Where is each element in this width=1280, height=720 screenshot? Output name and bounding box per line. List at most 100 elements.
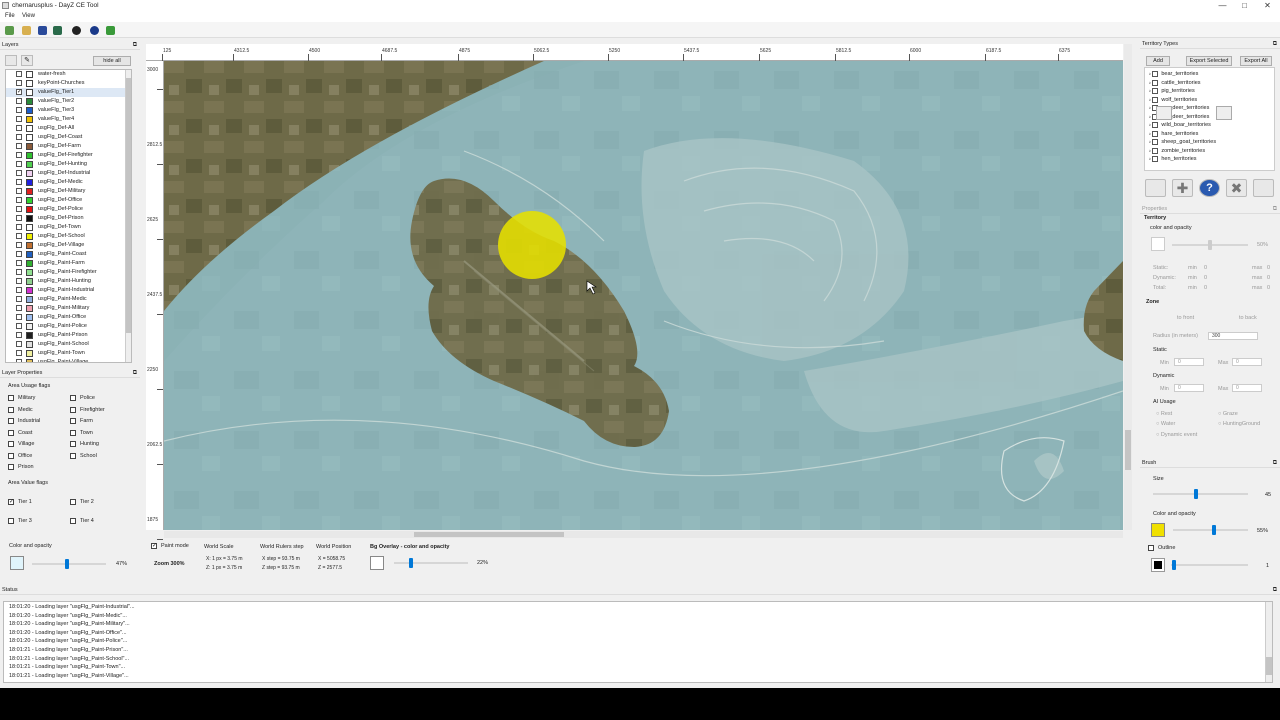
layer-color-swatch[interactable] bbox=[26, 80, 33, 87]
layer-checkbox[interactable] bbox=[16, 359, 22, 362]
layer-row[interactable]: usgFlg_Paint-Industrial bbox=[6, 286, 126, 295]
layer-checkbox[interactable] bbox=[16, 314, 22, 320]
layer-row[interactable]: usgFlg_Def-School bbox=[6, 232, 126, 241]
territory-item[interactable]: › hen_territories bbox=[1149, 156, 1197, 164]
layer-checkbox[interactable] bbox=[16, 188, 22, 194]
layer-row[interactable]: usgFlg_Def-Medic bbox=[6, 178, 126, 187]
add-territory-button[interactable]: Add bbox=[1146, 56, 1170, 66]
layer-row[interactable]: keyPoint-Churches bbox=[6, 79, 126, 88]
outline-checkbox[interactable]: Outline bbox=[1148, 545, 1175, 553]
layer-tool-icon[interactable] bbox=[5, 55, 17, 66]
layer-checkbox[interactable] bbox=[16, 233, 22, 239]
layer-row[interactable]: usgFlg_Paint-Farm bbox=[6, 259, 126, 268]
layer-row[interactable]: usgFlg_Paint-Office bbox=[6, 313, 126, 322]
layer-color-swatch[interactable] bbox=[26, 89, 33, 96]
value-flag-checkbox[interactable]: ✓ Tier 1 bbox=[8, 499, 32, 507]
layer-opacity-slider[interactable] bbox=[32, 559, 106, 569]
new-icon[interactable] bbox=[5, 26, 14, 35]
map-image[interactable] bbox=[164, 61, 1123, 530]
copy-icon[interactable] bbox=[1253, 179, 1274, 197]
layer-row[interactable]: usgFlg_Def-Hunting bbox=[6, 160, 126, 169]
usage-flag-checkbox[interactable]: School bbox=[70, 452, 97, 461]
layer-color-swatch[interactable] bbox=[26, 296, 33, 303]
territory-item[interactable]: › zombie_territories bbox=[1149, 147, 1205, 156]
radius-input[interactable]: 300 bbox=[1208, 332, 1258, 340]
layer-checkbox[interactable] bbox=[16, 332, 22, 338]
layer-row[interactable]: ✓ valueFlg_Tier1 bbox=[6, 88, 126, 97]
territory-checkbox[interactable] bbox=[1152, 130, 1159, 137]
territory-item[interactable]: › wild_boar_territories bbox=[1149, 122, 1211, 130]
layer-row[interactable]: usgFlg_Def-Office bbox=[6, 196, 126, 205]
save-icon[interactable] bbox=[38, 26, 47, 35]
globe-icon[interactable] bbox=[72, 26, 81, 35]
layer-color-swatch[interactable] bbox=[26, 314, 33, 321]
brush-size-slider[interactable] bbox=[1153, 489, 1248, 499]
outline-slider[interactable] bbox=[1171, 560, 1248, 570]
layer-color-swatch[interactable] bbox=[26, 251, 33, 258]
map-vertical-scrollbar[interactable] bbox=[1124, 44, 1132, 530]
delete-icon[interactable]: ✖ bbox=[1226, 179, 1247, 197]
layer-color-swatch[interactable] bbox=[26, 224, 33, 231]
layer-color-swatch[interactable] bbox=[26, 71, 33, 78]
layer-checkbox[interactable]: ✓ bbox=[16, 89, 22, 95]
layer-color-swatch[interactable] bbox=[26, 125, 33, 132]
layer-list[interactable]: water-fresh keyPoint-Churches ✓ valueFlg_Ti… bbox=[5, 69, 132, 363]
bg-overlay-slider[interactable] bbox=[394, 558, 468, 568]
dock-icon[interactable]: ⧉ bbox=[133, 41, 137, 50]
layer-row[interactable]: usgFlg_Paint-Medic bbox=[6, 295, 126, 304]
layer-checkbox[interactable] bbox=[16, 350, 22, 356]
static-max-input[interactable]: 0 bbox=[1232, 358, 1262, 366]
to-back-icon[interactable] bbox=[1216, 106, 1232, 120]
value-flag-checkbox[interactable]: Tier 3 bbox=[8, 518, 32, 526]
paint-mode-checkbox[interactable]: ✓ Paint mode bbox=[151, 543, 189, 551]
layer-row[interactable]: usgFlg_Paint-School bbox=[6, 340, 126, 349]
layer-color-swatch[interactable] bbox=[10, 556, 24, 570]
territory-checkbox[interactable] bbox=[1152, 139, 1159, 145]
brush-opacity-slider[interactable] bbox=[1173, 525, 1248, 535]
layer-row[interactable]: usgFlg_Paint-Town bbox=[6, 349, 126, 358]
layer-row[interactable]: usgFlg_Def-All bbox=[6, 124, 126, 133]
layer-color-swatch[interactable] bbox=[26, 350, 33, 357]
layer-checkbox[interactable] bbox=[16, 242, 22, 248]
layer-color-swatch[interactable] bbox=[26, 152, 33, 159]
territory-item[interactable]: › hare_territories bbox=[1149, 130, 1198, 139]
layer-row[interactable]: usgFlg_Def-Village bbox=[6, 241, 126, 250]
usage-flag-checkbox[interactable]: Prison bbox=[8, 464, 34, 472]
layer-color-swatch[interactable] bbox=[26, 143, 33, 150]
to-front-icon[interactable] bbox=[1156, 106, 1172, 120]
layer-checkbox[interactable] bbox=[16, 134, 22, 140]
ai-usage-radio[interactable]: ○ Dynamic event bbox=[1156, 432, 1197, 438]
layer-row[interactable]: valueFlg_Tier4 bbox=[6, 115, 126, 124]
layer-checkbox[interactable] bbox=[16, 296, 22, 302]
layer-row[interactable]: usgFlg_Def-Town bbox=[6, 223, 126, 232]
layer-color-swatch[interactable] bbox=[26, 170, 33, 177]
usage-flag-checkbox[interactable]: Police bbox=[70, 395, 95, 403]
close-button[interactable]: ✕ bbox=[1256, 0, 1279, 12]
layer-color-swatch[interactable] bbox=[26, 305, 33, 312]
layer-checkbox[interactable] bbox=[16, 341, 22, 347]
layer-color-swatch[interactable] bbox=[26, 197, 33, 204]
layer-color-swatch[interactable] bbox=[26, 188, 33, 195]
layer-row[interactable]: usgFlg_Def-Military bbox=[6, 187, 126, 196]
outline-color-swatch[interactable] bbox=[1151, 558, 1165, 572]
usage-flag-checkbox[interactable]: Coast bbox=[8, 429, 32, 438]
globe-settings-icon[interactable] bbox=[90, 26, 99, 35]
layer-checkbox[interactable] bbox=[16, 206, 22, 212]
territory-checkbox[interactable] bbox=[1152, 96, 1159, 103]
territory-item[interactable]: › sheep_goat_territories bbox=[1149, 139, 1216, 147]
layer-checkbox[interactable] bbox=[16, 125, 22, 131]
layer-checkbox[interactable] bbox=[16, 107, 22, 113]
map-canvas[interactable] bbox=[164, 61, 1123, 530]
layer-checkbox[interactable] bbox=[16, 197, 22, 203]
layer-row[interactable]: usgFlg_Def-Prison bbox=[6, 214, 126, 223]
layer-checkbox[interactable] bbox=[16, 161, 22, 167]
layer-checkbox[interactable] bbox=[16, 71, 22, 77]
layer-row[interactable]: usgFlg_Paint-Coast bbox=[6, 250, 126, 259]
layer-color-swatch[interactable] bbox=[26, 233, 33, 240]
layer-color-swatch[interactable] bbox=[26, 260, 33, 267]
layer-row[interactable]: usgFlg_Paint-Prison bbox=[6, 331, 126, 340]
usage-flag-checkbox[interactable]: Medic bbox=[8, 406, 33, 415]
territory-color-swatch[interactable] bbox=[1151, 237, 1165, 251]
brush-color-swatch[interactable] bbox=[1151, 523, 1165, 537]
dock-icon[interactable]: ⧉ bbox=[133, 369, 137, 378]
